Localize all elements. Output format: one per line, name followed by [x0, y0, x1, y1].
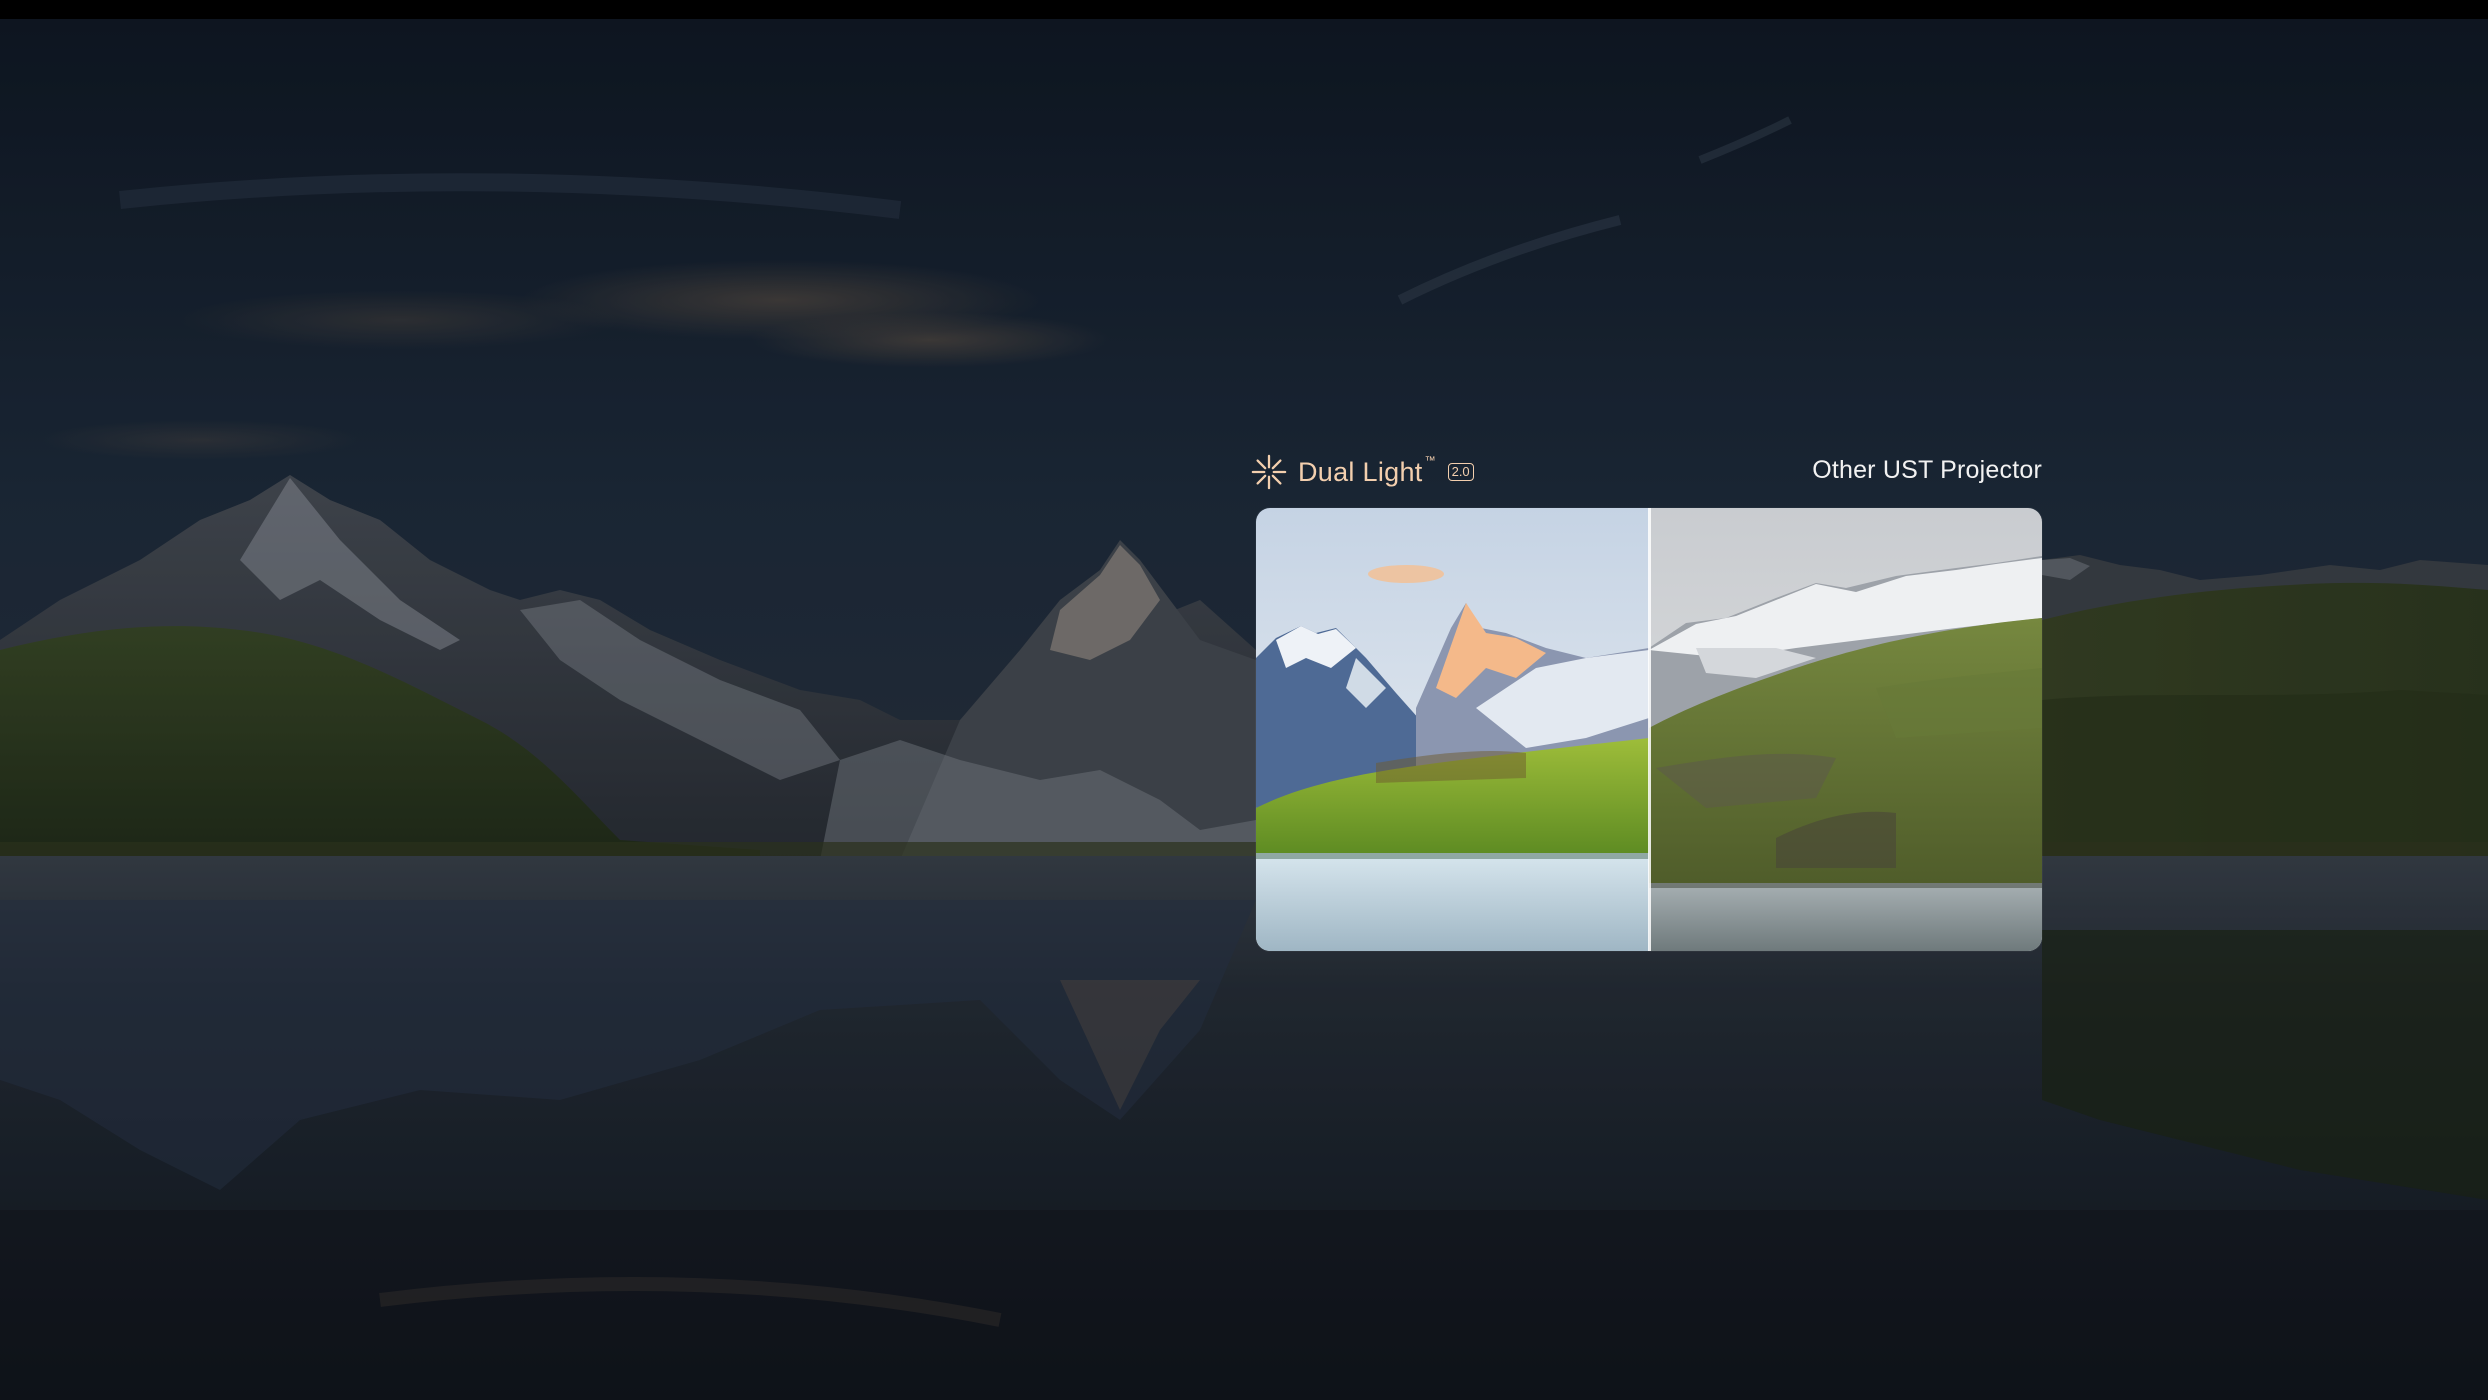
version-badge: 2.0: [1447, 463, 1474, 481]
top-bar: [0, 0, 2488, 19]
comparison-panel: [1256, 508, 2042, 951]
hero-stage: Dual Light ™ 2.0 Other UST Projector: [0, 0, 2488, 1400]
comparison-divider[interactable]: [1648, 508, 1651, 951]
brand-name: Dual Light: [1298, 456, 1423, 487]
sparkle-burst-icon: [1251, 454, 1287, 490]
trademark-symbol: ™: [1424, 455, 1436, 467]
dual-light-brand: Dual Light ™ 2.0: [1250, 452, 1474, 492]
other-projector-label: Other UST Projector: [1812, 456, 2042, 484]
background-landscape: [0, 0, 2488, 1400]
